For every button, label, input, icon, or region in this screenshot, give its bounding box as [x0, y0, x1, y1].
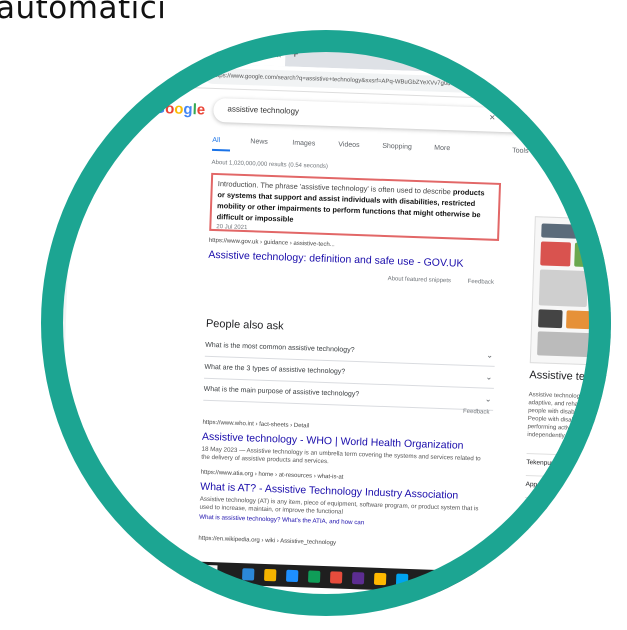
reload-icon[interactable]: ↻ [186, 68, 196, 81]
divider [525, 475, 611, 481]
knowledge-panel-row[interactable]: Website [525, 503, 549, 511]
taskbar-search-placeholder: Type here to search [103, 565, 166, 575]
divider [524, 518, 611, 525]
knowledge-panel-row[interactable]: Tekenpunt [526, 459, 556, 467]
microphone-icon[interactable]: 🎙 [506, 113, 519, 124]
knowledge-panel-title: Assistive technology [529, 369, 611, 385]
feedback-link[interactable]: Feedback [467, 279, 494, 286]
paa-feedback-link[interactable]: Feedback [463, 409, 490, 416]
browser-window: ...tive technology - Google Se... × + ← … [56, 35, 611, 615]
taskbar-app-icon[interactable] [329, 571, 343, 584]
paa-question-text: What are the 3 types of assistive techno… [204, 363, 346, 376]
snippet-date: 20 Jul 2021 [216, 224, 248, 232]
filter-shopping[interactable]: Shopping [382, 143, 412, 151]
back-icon[interactable]: ← [172, 67, 183, 79]
knowledge-panel-image[interactable] [529, 216, 611, 368]
caption-text: automatici [0, 0, 167, 26]
active-filter-indicator [211, 148, 231, 152]
chevron-down-icon: ⌄ [485, 372, 493, 382]
featured-snippet: Introduction. The phrase 'assistive tech… [209, 172, 502, 241]
featured-source-url[interactable]: https://www.gov.uk › guidance › assistiv… [209, 238, 335, 248]
about-snippets-link[interactable]: About featured snippets [388, 276, 452, 284]
tab-title: ...tive technology - Google Se... [171, 48, 270, 59]
people-also-ask-heading: People also ask [205, 317, 284, 333]
result-stats: About 1,020,000,000 results (0.54 second… [211, 159, 329, 170]
divider [526, 453, 611, 459]
knowledge-panel-row[interactable]: App [525, 481, 537, 488]
filter-more[interactable]: More [434, 145, 450, 153]
search-box[interactable]: assistive technology × 🎙 ⚲ [213, 97, 544, 134]
taskbar-app-icon[interactable] [285, 569, 299, 583]
knowledge-panel-description: Assistive technology is a term for assis… [527, 392, 611, 442]
search-icon[interactable]: ⚲ [523, 114, 531, 125]
featured-source-title[interactable]: Assistive technology: definition and saf… [208, 249, 464, 270]
new-tab-button[interactable]: + [291, 47, 298, 61]
taskbar-app-icon[interactable] [242, 568, 255, 581]
chevron-down-icon: ⌄ [486, 350, 494, 360]
windows-taskbar: ⚲ Type here to search [56, 556, 611, 599]
google-logo[interactable]: Google [153, 100, 205, 119]
taskbar-app-icon[interactable] [373, 572, 387, 586]
filter-news[interactable]: News [250, 138, 268, 146]
paa-question-text: What is the most common assistive techno… [205, 341, 355, 354]
logo-letter: G [153, 99, 166, 118]
search-input[interactable]: assistive technology [227, 104, 299, 115]
screenshot-circle: ...tive technology - Google Se... × + ← … [41, 30, 611, 616]
chevron-down-icon: ⌄ [484, 394, 492, 404]
windows-start-icon[interactable] [65, 561, 77, 573]
clear-icon[interactable]: × [489, 113, 495, 124]
search-icon: ⚲ [92, 563, 99, 574]
filter-all[interactable]: All [212, 137, 220, 144]
result-url[interactable]: https://www.atia.org › home › at-resourc… [201, 470, 344, 481]
taskbar-search-input[interactable]: ⚲ Type here to search [87, 560, 218, 582]
taskbar-app-icon[interactable] [264, 568, 277, 582]
filter-images[interactable]: Images [292, 140, 315, 148]
divider [525, 497, 611, 503]
paa-question-text: What is the main purpose of assistive te… [203, 385, 360, 399]
logo-letter: e [196, 101, 206, 119]
taskbar-app-icon[interactable] [351, 572, 365, 585]
taskbar-app-icon[interactable] [307, 570, 321, 583]
result-url[interactable]: https://www.who.int › fact-sheets › Deta… [202, 420, 309, 430]
result-url[interactable]: https://en.wikipedia.org › wiki › Assist… [198, 536, 336, 547]
taskbar-app-icon[interactable] [395, 573, 409, 586]
close-icon[interactable]: × [276, 46, 282, 66]
knowledge-panel-row[interactable]: Jones [524, 525, 542, 533]
filter-videos[interactable]: Videos [338, 141, 360, 149]
tools-button[interactable]: Tools [512, 147, 529, 155]
